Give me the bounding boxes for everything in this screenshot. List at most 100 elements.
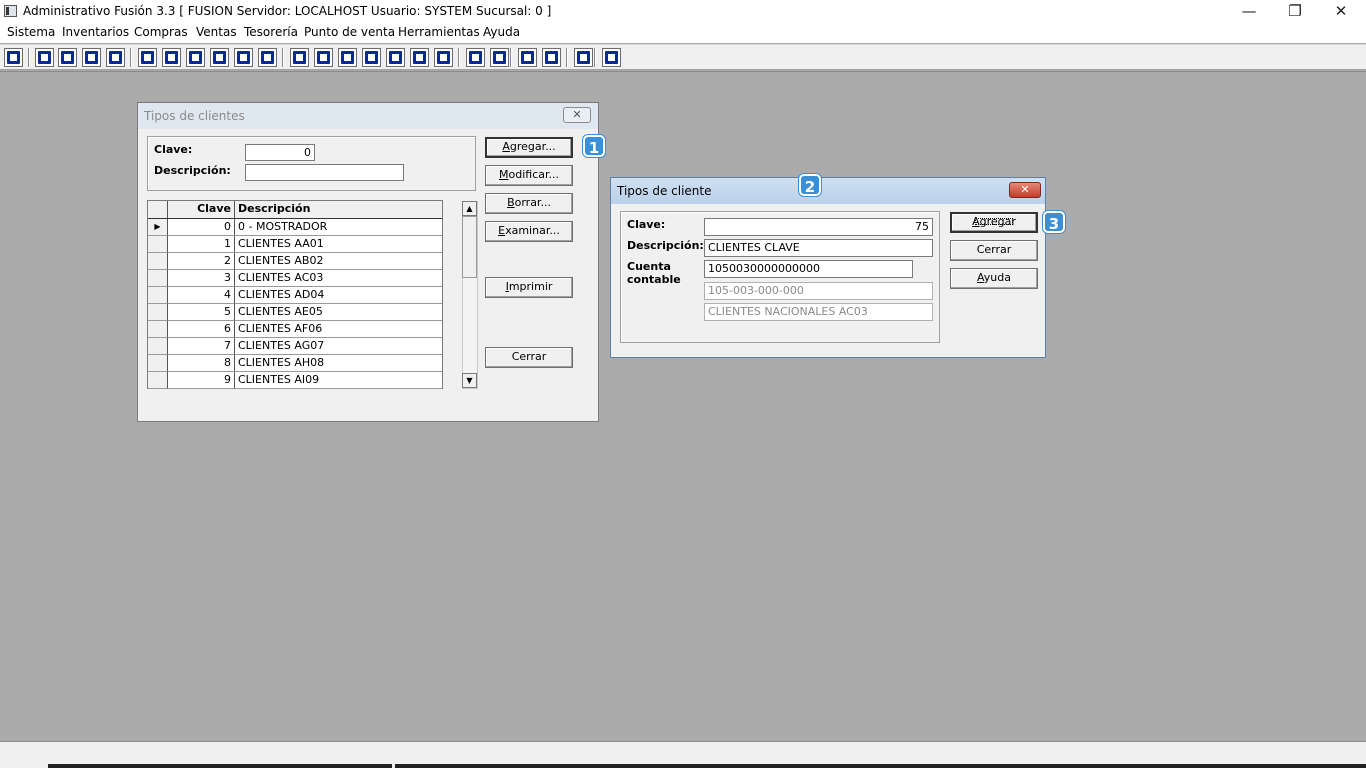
- table-cell-clave[interactable]: 2: [168, 253, 235, 270]
- table-cell-descripcion[interactable]: CLIENTES AC03: [235, 270, 442, 287]
- dialog1-clave-input[interactable]: 0: [245, 144, 315, 161]
- table-cell-clave[interactable]: 3: [168, 270, 235, 287]
- menu-ayuda[interactable]: Ayuda: [483, 25, 520, 39]
- row-indicator[interactable]: [148, 304, 168, 321]
- scroll-up-icon[interactable]: ▲: [462, 201, 477, 216]
- binoculars-icon[interactable]: [290, 48, 309, 67]
- dialog2-ayuda-button[interactable]: Ayuda: [950, 268, 1038, 289]
- dialog1-borrar-button[interactable]: Borrar...: [485, 193, 573, 214]
- table-cell-descripcion[interactable]: CLIENTES AF06: [235, 321, 442, 338]
- table-cell-clave[interactable]: 0: [168, 219, 235, 236]
- dialog1-imprimir-button[interactable]: Imprimir: [485, 277, 573, 298]
- undo-icon[interactable]: [542, 48, 561, 67]
- dialog1-cerrar-button[interactable]: Cerrar: [485, 347, 573, 368]
- document-icon[interactable]: [234, 48, 253, 67]
- dialog1-examinar-button[interactable]: Examinar...: [485, 221, 573, 242]
- user-icon[interactable]: [138, 48, 157, 67]
- menu-inventarios[interactable]: Inventarios: [62, 25, 129, 39]
- menu-ventas[interactable]: Ventas: [196, 25, 237, 39]
- dialog2-close-icon[interactable]: ✕: [1009, 182, 1041, 198]
- home-icon[interactable]: [466, 48, 485, 67]
- calculator-icon[interactable]: [4, 48, 23, 67]
- grid-header-clave[interactable]: Clave: [168, 201, 235, 218]
- table-cell-clave[interactable]: 6: [168, 321, 235, 338]
- minimize-button[interactable]: —: [1226, 0, 1272, 24]
- scroll-down-icon[interactable]: ▼: [462, 373, 477, 388]
- dialog1-descripcion-label: Descripción:: [154, 164, 231, 177]
- row-indicator[interactable]: [148, 236, 168, 253]
- table-cell-descripcion[interactable]: CLIENTES AB02: [235, 253, 442, 270]
- step-badge-2: 2: [799, 174, 821, 196]
- toolbar-separator: [28, 48, 30, 67]
- dialog2-descripcion-input[interactable]: CLIENTES CLAVE: [704, 239, 933, 257]
- dialog2-cuenta-formatted: 105-003-000-000: [704, 282, 933, 300]
- menu-tesoreria[interactable]: Tesorería: [244, 25, 298, 39]
- table-cell-clave[interactable]: 9: [168, 372, 235, 389]
- table-cell-descripcion[interactable]: CLIENTES AD04: [235, 287, 442, 304]
- zoom-icon[interactable]: [490, 48, 509, 67]
- dialog1-descripcion-input[interactable]: [245, 164, 404, 181]
- menu-compras[interactable]: Compras: [134, 25, 188, 39]
- table-cell-descripcion[interactable]: CLIENTES AI09: [235, 372, 442, 389]
- refresh-icon[interactable]: [518, 48, 537, 67]
- table-cell-clave[interactable]: 7: [168, 338, 235, 355]
- row-indicator[interactable]: [148, 253, 168, 270]
- folder-open-icon[interactable]: [314, 48, 333, 67]
- dialog1-modificar-button[interactable]: Modificar...: [485, 165, 573, 186]
- money-icon[interactable]: [386, 48, 405, 67]
- dialog2-clave-input[interactable]: 75: [704, 218, 933, 236]
- dialog1-agregar-button[interactable]: Agregar...: [485, 137, 573, 158]
- table-cell-descripcion[interactable]: CLIENTES AG07: [235, 338, 442, 355]
- print-icon[interactable]: [186, 48, 205, 67]
- menu-sistema[interactable]: Sistema: [7, 25, 55, 39]
- toolbar-separator: [282, 48, 284, 67]
- row-indicator[interactable]: [148, 270, 168, 287]
- printer-icon[interactable]: [210, 48, 229, 67]
- toolbar-separator: [566, 48, 568, 67]
- table-cell-descripcion[interactable]: 0 - MOSTRADOR: [235, 219, 442, 236]
- report-icon[interactable]: [410, 48, 429, 67]
- dialog2-clave-label: Clave:: [627, 218, 666, 231]
- dialog2-agregar-button[interactable]: Agregar: [950, 212, 1038, 233]
- menu-herramientas[interactable]: Herramientas: [398, 25, 480, 39]
- table-cell-clave[interactable]: 4: [168, 287, 235, 304]
- table-cell-descripcion[interactable]: CLIENTES AH08: [235, 355, 442, 372]
- exchange-icon[interactable]: [82, 48, 101, 67]
- table-cell-clave[interactable]: 1: [168, 236, 235, 253]
- dialog2-cerrar-button[interactable]: Cerrar: [950, 240, 1038, 261]
- export-icon[interactable]: [338, 48, 357, 67]
- status-panel-2: [395, 764, 1366, 768]
- close-button[interactable]: ✕: [1318, 0, 1364, 24]
- menu-punto-de-venta[interactable]: Punto de venta: [304, 25, 395, 39]
- table-icon[interactable]: [434, 48, 453, 67]
- row-indicator[interactable]: ▶: [148, 219, 168, 236]
- row-indicator[interactable]: [148, 355, 168, 372]
- table-cell-clave[interactable]: 5: [168, 304, 235, 321]
- dialog2-cuenta-input[interactable]: 1050030000000000: [704, 260, 913, 278]
- back-icon[interactable]: [574, 48, 593, 67]
- scroll-thumb[interactable]: [462, 216, 477, 278]
- step-badge-1: 1: [583, 135, 605, 157]
- toolbar-separator: [130, 48, 132, 67]
- grid-header-descripcion[interactable]: Descripción: [235, 201, 442, 218]
- dialog1-close-icon[interactable]: ✕: [563, 107, 591, 123]
- add-icon[interactable]: [362, 48, 381, 67]
- copy-icon[interactable]: [35, 48, 54, 67]
- table-cell-descripcion[interactable]: CLIENTES AA01: [235, 236, 442, 253]
- status-panel-1: [48, 764, 392, 768]
- row-indicator[interactable]: [148, 321, 168, 338]
- table-cell-clave[interactable]: 8: [168, 355, 235, 372]
- help-icon[interactable]: [602, 48, 621, 67]
- table-cell-descripcion[interactable]: CLIENTES AE05: [235, 304, 442, 321]
- list-icon[interactable]: [258, 48, 277, 67]
- app-icon: [4, 5, 17, 17]
- row-indicator[interactable]: [148, 287, 168, 304]
- paste-icon[interactable]: [58, 48, 77, 67]
- restore-button[interactable]: ❐: [1272, 0, 1318, 24]
- folder-icon[interactable]: [162, 48, 181, 67]
- search-icon[interactable]: [106, 48, 125, 67]
- dialog2-title: Tipos de cliente: [617, 184, 712, 198]
- row-indicator[interactable]: [148, 372, 168, 389]
- toolbar-separator: [458, 48, 460, 67]
- row-indicator[interactable]: [148, 338, 168, 355]
